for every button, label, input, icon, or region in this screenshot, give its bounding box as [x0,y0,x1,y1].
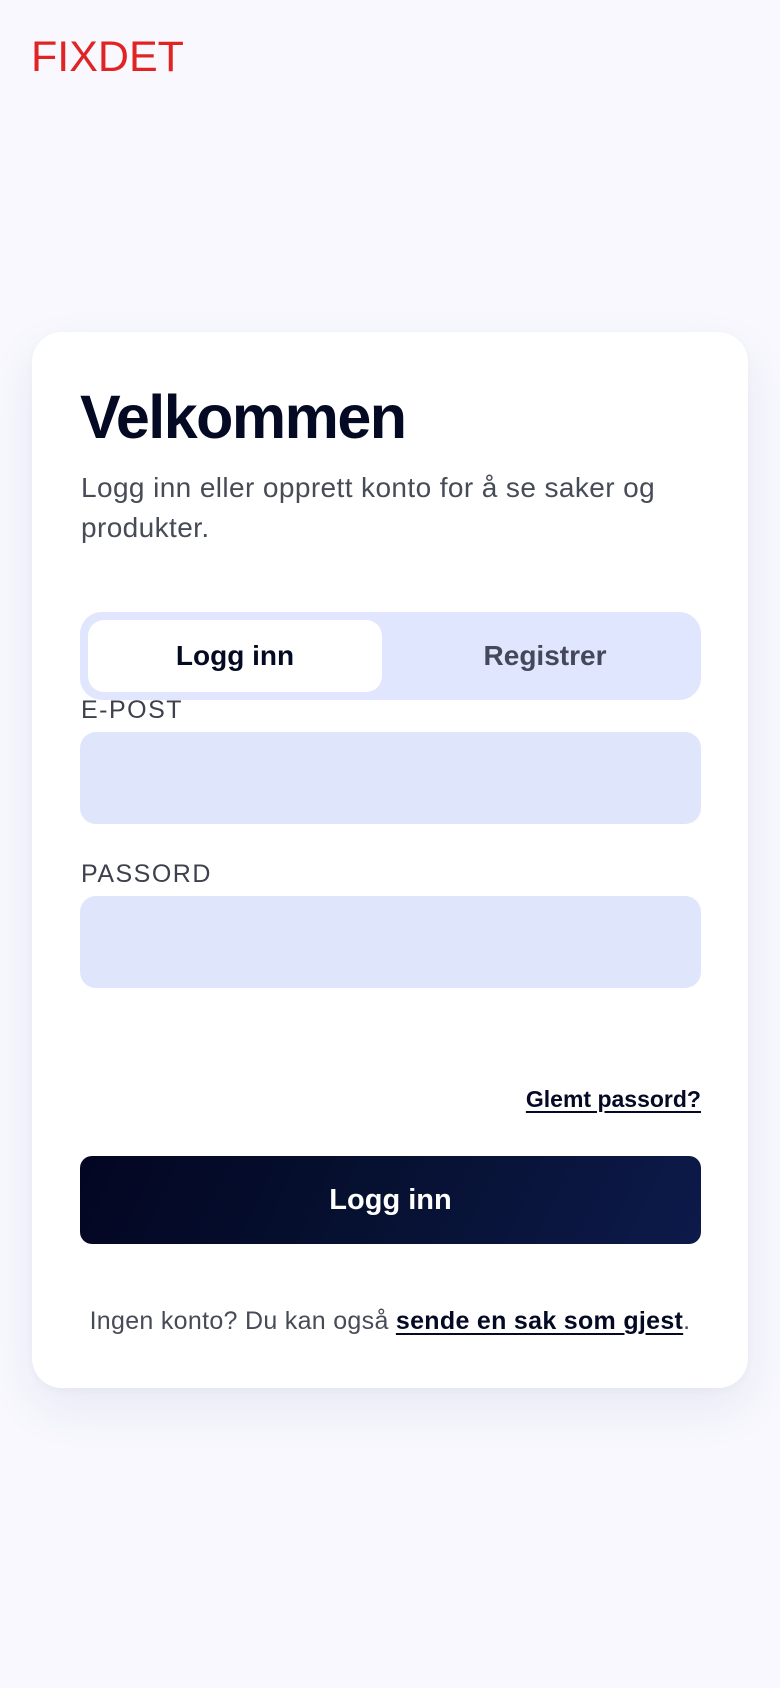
page-title: Velkommen [80,383,407,451]
guest-case-link[interactable]: sende en sak som gjest [396,1307,683,1335]
login-card: Velkommen Logg inn eller opprett konto f… [32,332,748,1388]
password-field[interactable] [80,896,701,988]
tab-register[interactable]: Registrer [398,620,692,692]
page-subtitle: Logg inn eller opprett konto for å se sa… [81,472,656,543]
login-button[interactable]: Logg inn [80,1156,701,1244]
email-label: E-POST [81,696,184,724]
auth-tabs: Logg inn Registrer [80,612,701,700]
guest-footer: Ingen konto? Du kan også sende en sak so… [32,1307,748,1336]
fixdet-logo[interactable]: FIXDET [31,36,184,79]
forgot-password-link[interactable]: Glemt passord? [526,1086,701,1113]
tab-login[interactable]: Logg inn [88,620,382,692]
footer-prefix: Ingen konto? Du kan også [89,1307,396,1335]
footer-suffix: . [683,1307,691,1335]
email-field[interactable] [80,732,701,824]
page: FIXDET Velkommen Logg inn eller opprett … [0,0,780,1688]
password-label: PASSORD [81,860,212,888]
